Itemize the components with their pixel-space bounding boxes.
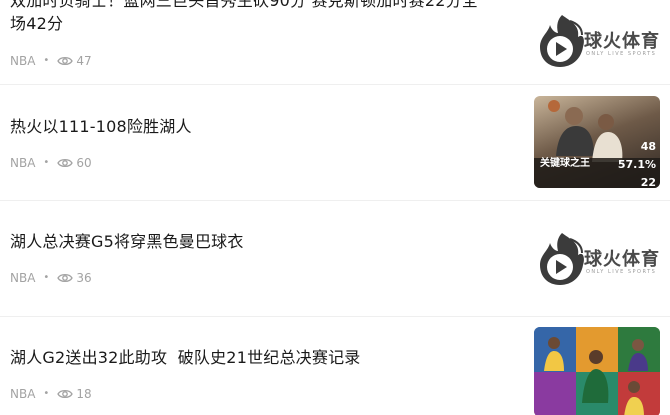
category-label[interactable]: NBA [10,53,35,69]
news-item[interactable]: 湖人G2送出32此助攻 破队史21世纪总决赛记录 NBA • 18 [0,317,670,415]
news-title[interactable]: 湖人总决赛G5将穿黑色曼巴球衣 [10,230,510,253]
flame-play-icon [540,233,584,285]
view-count: 47 [76,54,92,68]
flame-play-icon [540,15,584,67]
view-count: 60 [76,156,92,170]
brand-tagline: ONLY LIVE SPORTS [586,51,657,57]
category-label[interactable]: NBA [10,386,35,402]
news-thumbnail[interactable] [534,327,660,415]
news-item[interactable]: 热火以111-108险胜湖人 NBA • 60 关键球之王 48 57.1% 2… [0,85,670,200]
thumbnail-stat: 22 [640,176,656,188]
separator-dot: • [43,388,50,399]
brand-logo: 球火体育 ONLY LIVE SPORTS [534,215,660,307]
category-label[interactable]: NBA [10,270,35,286]
news-item[interactable]: 双加时负骑士！篮网三巨头首秀生砍90分 赛克斯顿加时赛22分全 场42分 NBA… [0,0,670,89]
separator-dot: • [43,157,50,168]
news-title[interactable]: 双加时负骑士！篮网三巨头首秀生砍90分 赛克斯顿加时赛22分全 场42分 [10,0,510,35]
news-title-line: 热火以111-108险胜湖人 [10,117,192,136]
news-title[interactable]: 湖人G2送出32此助攻 破队史21世纪总决赛记录 [10,346,510,369]
thumbnail-stat: 57.1% [617,158,656,171]
news-title-line: 湖人G2送出32此助攻 破队史21世纪总决赛记录 [10,348,361,367]
separator-dot: • [43,272,50,283]
separator-dot: • [43,55,50,66]
brand-tagline: ONLY LIVE SPORTS [586,269,657,275]
news-title-line: 场42分 [10,14,64,33]
news-thumbnail[interactable]: 球火体育 ONLY LIVE SPORTS [534,0,660,89]
news-title-line: 湖人总决赛G5将穿黑色曼巴球衣 [10,232,244,251]
eye-icon [57,158,74,168]
news-feed: 双加时负骑士！篮网三巨头首秀生砍90分 赛克斯顿加时赛22分全 场42分 NBA… [0,0,670,415]
news-meta: NBA • 36 [10,270,92,286]
eye-icon [57,273,74,283]
news-meta: NBA • 47 [10,53,92,69]
players-collage-image [534,327,660,415]
eye-icon [57,389,74,399]
category-label[interactable]: NBA [10,155,35,171]
news-meta: NBA • 18 [10,386,92,402]
brand-logo: 球火体育 ONLY LIVE SPORTS [534,0,660,89]
view-count: 36 [76,271,92,285]
news-item[interactable]: 湖人总决赛G5将穿黑色曼巴球衣 NBA • 36 球火体育 ONLY LIVE … [0,201,670,316]
view-count: 18 [76,387,92,401]
brand-name: 球火体育 [584,249,660,270]
eye-icon [57,56,74,66]
thumbnail-stat: 48 [640,140,656,153]
news-thumbnail[interactable]: 球火体育 ONLY LIVE SPORTS [534,215,660,307]
thumbnail-caption: 关键球之王 [540,158,590,169]
news-title-line: 双加时负骑士！篮网三巨头首秀生砍90分 赛克斯顿加时赛22分全 [10,0,479,10]
brand-name: 球火体育 [584,31,660,52]
news-title[interactable]: 热火以111-108险胜湖人 [10,115,510,138]
news-thumbnail[interactable]: 关键球之王 48 57.1% 22 [534,96,660,188]
news-meta: NBA • 60 [10,155,92,171]
